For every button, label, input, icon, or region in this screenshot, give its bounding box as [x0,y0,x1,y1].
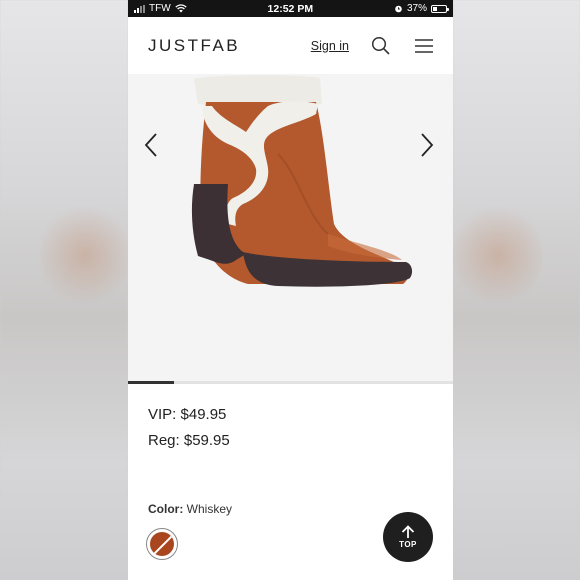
back-to-top-button[interactable]: TOP [383,512,433,562]
product-image [191,75,413,287]
back-to-top-label: TOP [399,540,417,549]
sign-in-link[interactable]: Sign in [311,39,349,53]
gallery-progress [128,381,453,384]
status-left: TFW [134,3,187,14]
color-selection: Color: Whiskey [148,502,232,516]
chevron-left-icon[interactable] [144,132,158,163]
brand-logo[interactable]: JUSTFAB [148,36,311,56]
site-header: JUSTFAB Sign in [128,17,453,74]
battery-percent: 37% [406,3,427,14]
menu-icon[interactable] [415,38,433,54]
wifi-icon [174,4,187,13]
color-swatch-whiskey[interactable] [146,528,178,560]
signal-icon [134,4,145,13]
carrier-label: TFW [149,3,171,14]
gallery-progress-fill [128,381,174,384]
swatch-selected-mark [150,532,174,556]
color-value: Whiskey [186,502,233,516]
status-right: 37% [394,3,449,14]
alarm-icon [395,5,402,13]
search-icon[interactable] [371,36,391,56]
product-image-gallery[interactable] [128,74,453,381]
status-time: 12:52 PM [267,2,314,15]
price-block: VIP: $49.95 Reg: $59.95 [128,384,453,449]
background-blur [453,200,543,310]
battery-icon [430,4,449,13]
reg-price: Reg: $59.95 [148,432,230,449]
background-left [0,0,130,580]
status-bar: TFW 12:52 PM 37% [128,0,453,17]
color-label: Color: [148,502,184,516]
background-right [453,0,580,580]
swatch-fill [150,532,174,556]
arrow-up-icon [401,525,415,538]
chevron-right-icon[interactable] [420,132,434,163]
vip-price: VIP: $49.95 [148,406,227,423]
phone-screen: TFW 12:52 PM 37% JUSTFAB Sign in VIP: $4… [128,0,453,580]
background-blur [40,200,130,310]
